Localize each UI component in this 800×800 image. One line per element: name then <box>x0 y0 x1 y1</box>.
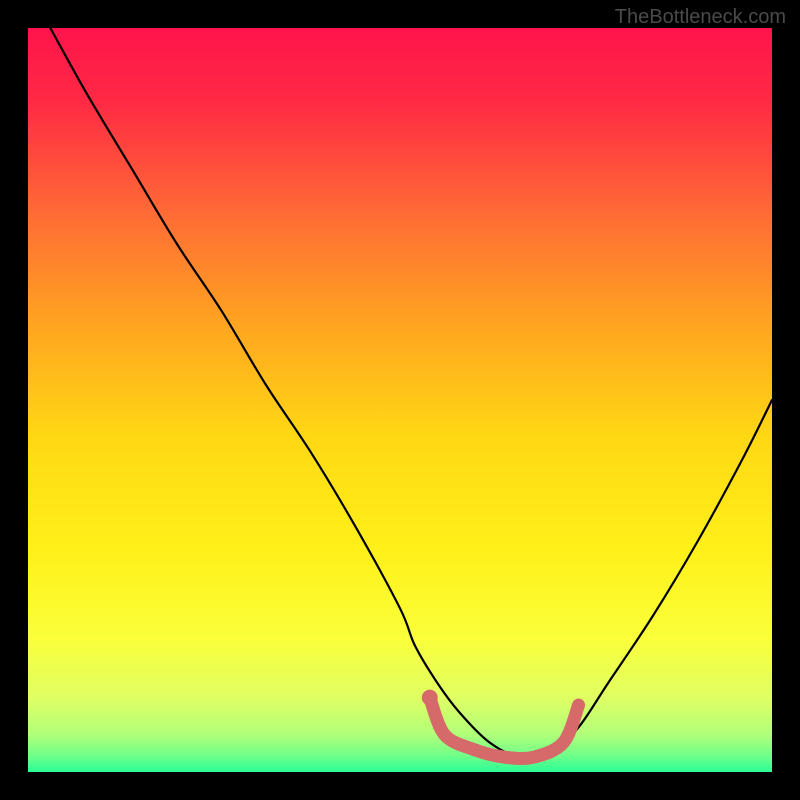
highlight-layer <box>28 28 772 772</box>
chart-frame: TheBottleneck.com <box>0 0 800 800</box>
optimal-highlight <box>430 698 579 759</box>
watermark-text: TheBottleneck.com <box>615 6 786 29</box>
optimal-start-dot <box>422 690 438 706</box>
plot-area <box>28 28 772 772</box>
